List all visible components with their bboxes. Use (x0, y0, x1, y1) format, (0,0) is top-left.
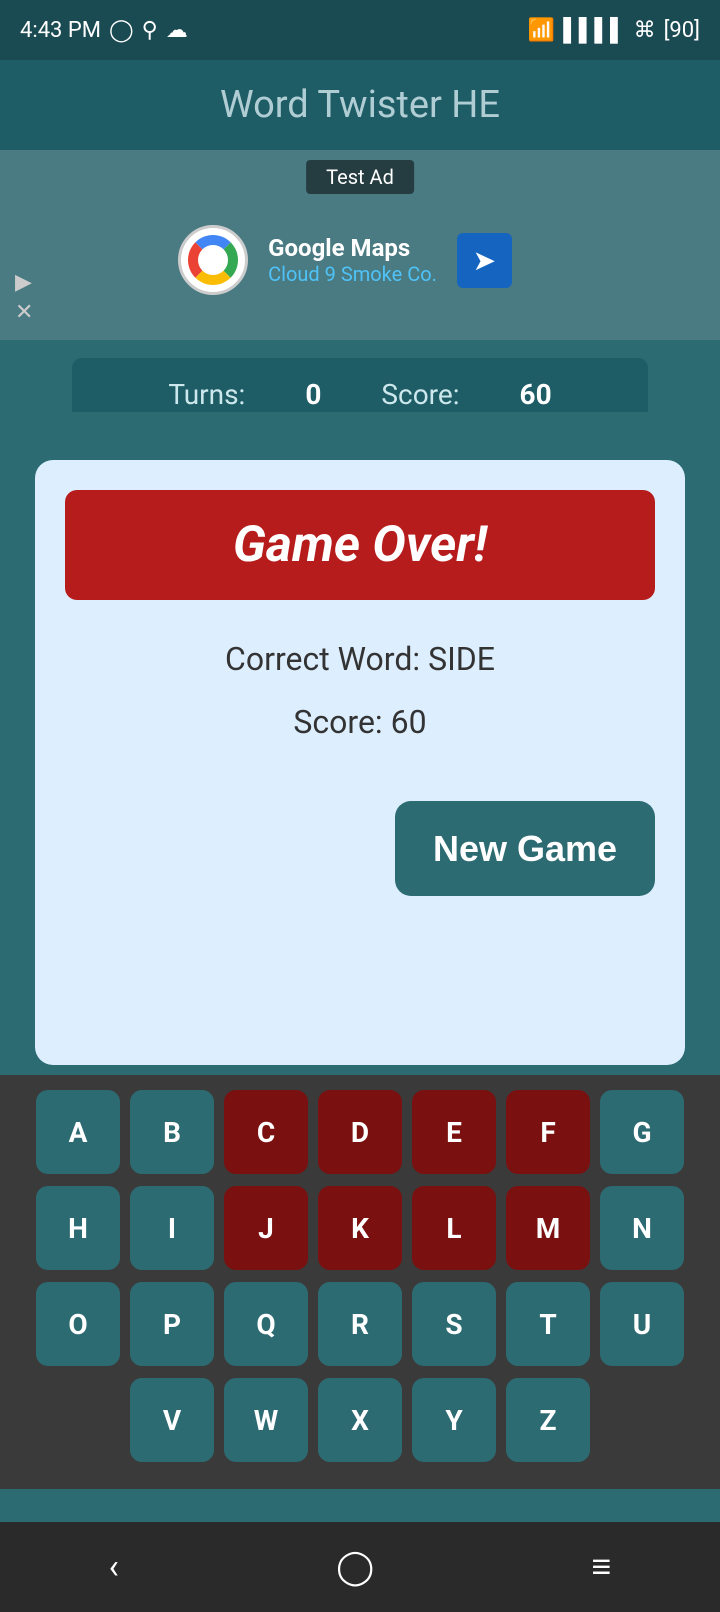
wifi-icon: ⌘ (634, 18, 656, 43)
key-P[interactable]: P (130, 1282, 214, 1366)
vibrate-icon: 📶 (528, 18, 555, 43)
key-E[interactable]: E (412, 1090, 496, 1174)
usb-icon: ⚲ (142, 18, 158, 43)
key-M[interactable]: M (506, 1186, 590, 1270)
google-ring-icon (188, 235, 238, 285)
score-value: 60 (520, 378, 552, 411)
status-bar: 4:43 PM ◯ ⚲ ☁ 📶 ▌▌▌▌ ⌘ [90] (0, 0, 720, 60)
key-B[interactable]: B (130, 1090, 214, 1174)
key-S[interactable]: S (412, 1282, 496, 1366)
correct-word-display: Correct Word: SIDE (65, 640, 655, 678)
key-D[interactable]: D (318, 1090, 402, 1174)
key-J[interactable]: J (224, 1186, 308, 1270)
key-L[interactable]: L (412, 1186, 496, 1270)
key-A[interactable]: A (36, 1090, 120, 1174)
key-N[interactable]: N (600, 1186, 684, 1270)
keyboard: A B C D E F G H I J K L M N O P Q R S T … (0, 1075, 720, 1489)
google-logo (178, 225, 248, 295)
ad-controls: ▶ ✕ (15, 270, 33, 325)
menu-button[interactable]: ≡ (591, 1547, 611, 1587)
key-Q[interactable]: Q (224, 1282, 308, 1366)
whatsapp-icon: ◯ (109, 18, 134, 43)
battery-display: [90] (664, 18, 700, 43)
ad-company: Google Maps (268, 234, 437, 262)
game-over-text: Game Over! (233, 516, 487, 574)
ad-label: Test Ad (306, 160, 414, 194)
key-H[interactable]: H (36, 1186, 120, 1270)
key-Z[interactable]: Z (506, 1378, 590, 1462)
turns-value: 0 (305, 378, 321, 411)
app-header: Word Twister HE (0, 60, 720, 150)
ad-play-icon[interactable]: ▶ (15, 270, 33, 295)
key-K[interactable]: K (318, 1186, 402, 1270)
status-left: 4:43 PM ◯ ⚲ ☁ (20, 18, 188, 43)
home-button[interactable]: ◯ (336, 1547, 374, 1587)
ad-text: Google Maps Cloud 9 Smoke Co. (268, 234, 437, 286)
cloud-icon: ☁ (166, 18, 188, 43)
back-button[interactable]: ‹ (109, 1547, 119, 1587)
turns-label: Turns: (168, 378, 245, 411)
key-U[interactable]: U (600, 1282, 684, 1366)
time-display: 4:43 PM (20, 18, 101, 43)
keyboard-row-1: A B C D E F G (10, 1090, 710, 1174)
key-V[interactable]: V (130, 1378, 214, 1462)
key-C[interactable]: C (224, 1090, 308, 1174)
game-over-modal: Game Over! Correct Word: SIDE Score: 60 … (35, 460, 685, 1065)
keyboard-row-2: H I J K L M N (10, 1186, 710, 1270)
key-T[interactable]: T (506, 1282, 590, 1366)
ad-banner: Test Ad Google Maps Cloud 9 Smoke Co. ➤ … (0, 150, 720, 340)
key-G[interactable]: G (600, 1090, 684, 1174)
ad-content: Google Maps Cloud 9 Smoke Co. ➤ (178, 225, 542, 295)
final-score-display: Score: 60 (65, 703, 655, 741)
key-Y[interactable]: Y (412, 1378, 496, 1462)
key-O[interactable]: O (36, 1282, 120, 1366)
app-title: Word Twister HE (220, 83, 500, 127)
game-over-banner: Game Over! (65, 490, 655, 600)
key-X[interactable]: X (318, 1378, 402, 1462)
ad-arrow-icon[interactable]: ➤ (457, 233, 512, 288)
key-W[interactable]: W (224, 1378, 308, 1462)
signal-icon: ▌▌▌▌ (563, 17, 625, 43)
key-I[interactable]: I (130, 1186, 214, 1270)
key-F[interactable]: F (506, 1090, 590, 1174)
ad-subtitle: Cloud 9 Smoke Co. (268, 262, 437, 286)
new-game-button[interactable]: New Game (395, 801, 655, 896)
keyboard-row-3: O P Q R S T U (10, 1282, 710, 1366)
score-label: Score: (381, 378, 459, 411)
status-right: 📶 ▌▌▌▌ ⌘ [90] (528, 17, 700, 43)
key-R[interactable]: R (318, 1282, 402, 1366)
nav-bar: ‹ ◯ ≡ (0, 1522, 720, 1612)
keyboard-row-4: V W X Y Z (10, 1378, 710, 1462)
ad-close-icon[interactable]: ✕ (15, 300, 33, 325)
